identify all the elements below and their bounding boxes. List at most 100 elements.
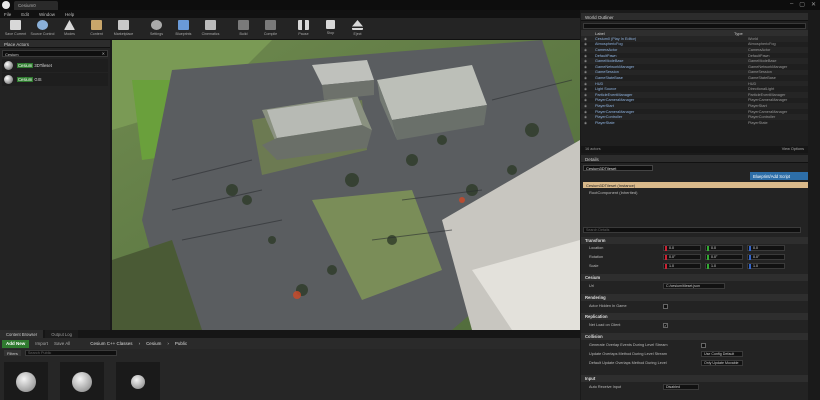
outliner-row[interactable]: ◉ ParticleEventManager ParticleEventManage… bbox=[581, 91, 808, 98]
tab-output-log[interactable]: Output Log bbox=[45, 330, 78, 338]
rendering-section[interactable]: Rendering bbox=[581, 294, 808, 301]
blueprint-add-script-button[interactable]: Blueprint/Add Script bbox=[750, 172, 808, 180]
build-button[interactable]: Build bbox=[230, 18, 257, 40]
compile-button[interactable]: Compile bbox=[257, 18, 284, 40]
eye-icon[interactable]: ◉ bbox=[584, 93, 589, 97]
close-icon[interactable]: ✕ bbox=[811, 1, 816, 8]
replication-section[interactable]: Replication bbox=[581, 313, 808, 320]
overlap-events-checkbox[interactable] bbox=[701, 343, 706, 348]
eye-icon[interactable]: ◉ bbox=[584, 76, 589, 80]
outliner-row[interactable]: ◉ PlayerState PlayerState bbox=[581, 120, 808, 126]
eye-icon[interactable]: ◉ bbox=[584, 59, 589, 63]
rotation-z-field[interactable]: 0.0° bbox=[747, 254, 785, 260]
scale-z-field[interactable]: 1.0 bbox=[747, 263, 785, 269]
outliner-row[interactable]: ◉ PlayerController PlayerController bbox=[581, 114, 808, 120]
update-overlaps-select[interactable]: Use Config Default bbox=[701, 351, 743, 357]
eye-icon[interactable]: ◉ bbox=[584, 115, 589, 119]
eye-icon[interactable]: ◉ bbox=[584, 42, 589, 46]
details-tab[interactable]: Details bbox=[581, 155, 808, 163]
net-load-checkbox[interactable]: ✓ bbox=[663, 323, 668, 328]
outliner-row[interactable]: ◉ PlayerCameraManager PlayerCameraManager bbox=[581, 98, 808, 104]
eye-icon[interactable]: ◉ bbox=[584, 110, 589, 114]
actor-hidden-checkbox[interactable] bbox=[663, 304, 668, 309]
asset-tile[interactable] bbox=[4, 362, 48, 400]
eye-icon[interactable]: ◉ bbox=[584, 65, 589, 69]
asset-tile[interactable] bbox=[116, 362, 160, 400]
place-item-3dtileset[interactable]: Cesium 3DTileset bbox=[2, 59, 108, 72]
settings-button[interactable]: Settings bbox=[143, 18, 170, 40]
add-new-button[interactable]: Add New bbox=[2, 339, 30, 348]
crumb-item[interactable]: Public bbox=[175, 341, 187, 346]
tab-content-browser[interactable]: Content Browser bbox=[0, 330, 44, 338]
scale-x-field[interactable]: 1.0 bbox=[663, 263, 701, 269]
outliner-row[interactable]: ◉ GameStateBase GameStateBase bbox=[581, 75, 808, 81]
save-all-button[interactable]: Save All bbox=[54, 341, 70, 346]
pause-button[interactable]: Pause bbox=[290, 18, 317, 40]
clear-search-icon[interactable]: ✕ bbox=[102, 51, 105, 56]
outliner-row[interactable]: ◉ HUD HUD bbox=[581, 80, 808, 87]
blueprints-button[interactable]: Blueprints bbox=[170, 18, 197, 40]
input-section[interactable]: Input bbox=[581, 375, 808, 382]
menu-window[interactable]: Window bbox=[39, 12, 55, 17]
rotation-y-field[interactable]: 0.0° bbox=[705, 254, 743, 260]
location-x-field[interactable]: 0.0 bbox=[663, 245, 701, 251]
outliner-row[interactable]: ◉ GameNetworkManager GameNetworkManager bbox=[581, 64, 808, 70]
eye-icon[interactable]: ◉ bbox=[584, 104, 589, 108]
eye-icon[interactable]: ◉ bbox=[584, 48, 589, 52]
stop-button[interactable]: Stop bbox=[317, 18, 344, 40]
document-tab[interactable]: Cesium0 bbox=[14, 1, 58, 10]
crumb-item[interactable]: Cesium bbox=[146, 341, 161, 346]
root-component-row[interactable]: RootComponent (Inherited) bbox=[589, 190, 637, 195]
minimize-icon[interactable]: – bbox=[790, 1, 793, 8]
outliner-row[interactable]: ◉ GameSession GameSession bbox=[581, 69, 808, 76]
eject-button[interactable]: Eject bbox=[344, 18, 371, 40]
outliner-row[interactable]: ◉ PlayerCameraManager PlayerCameraManager bbox=[581, 109, 808, 115]
details-search-input[interactable]: Search Details bbox=[583, 227, 801, 233]
maximize-icon[interactable]: ▢ bbox=[799, 1, 805, 8]
content-search-input[interactable]: Search Public bbox=[24, 350, 117, 356]
outliner-row[interactable]: ◉ AtmosphericFog AtmosphericFog bbox=[581, 42, 808, 48]
place-item-gis[interactable]: Cesium GIS bbox=[2, 73, 108, 86]
location-z-field[interactable]: 0.0 bbox=[747, 245, 785, 251]
type-column-header[interactable]: Type bbox=[734, 31, 794, 36]
eye-icon[interactable]: ◉ bbox=[584, 121, 589, 125]
menu-edit[interactable]: Edit bbox=[21, 12, 29, 17]
world-outliner-tab[interactable]: World Outliner bbox=[581, 13, 808, 21]
outliner-search-input[interactable] bbox=[583, 23, 806, 29]
place-actors-tab[interactable]: Place Actors bbox=[0, 40, 110, 48]
place-actors-search-input[interactable]: Cesium ✕ bbox=[2, 50, 108, 57]
scale-y-field[interactable]: 1.0 bbox=[705, 263, 743, 269]
level-viewport[interactable] bbox=[112, 40, 580, 330]
collision-section[interactable]: Collision bbox=[581, 333, 808, 340]
eye-icon[interactable]: ◉ bbox=[584, 54, 589, 58]
marketplace-button[interactable]: Marketplace bbox=[110, 18, 137, 40]
outliner-row[interactable]: ◉ Light Source DirectionalLight bbox=[581, 86, 808, 92]
outliner-row[interactable]: ◉ GameModeBase GameModeBase bbox=[581, 58, 808, 64]
rotation-x-field[interactable]: 0.0° bbox=[663, 254, 701, 260]
eye-icon[interactable]: ◉ bbox=[584, 37, 589, 41]
save-current-button[interactable]: Save Current bbox=[2, 18, 29, 40]
cesium-section[interactable]: Cesium bbox=[581, 274, 808, 281]
menu-help[interactable]: Help bbox=[65, 12, 74, 17]
eye-icon[interactable]: ◉ bbox=[584, 82, 589, 86]
menu-file[interactable]: File bbox=[4, 12, 11, 17]
auto-receive-input-select[interactable]: Disabled bbox=[663, 384, 699, 390]
view-options-button[interactable]: View Options bbox=[782, 147, 804, 152]
source-control-button[interactable]: Source Control bbox=[29, 18, 56, 40]
label-column-header[interactable]: Label bbox=[595, 31, 605, 36]
crumb-item[interactable]: Cesium C++ Classes bbox=[90, 341, 132, 346]
default-update-overlaps-select[interactable]: Only Update Movable bbox=[701, 360, 743, 366]
selected-component-row[interactable]: Cesium3DTileset (Instance) bbox=[583, 182, 808, 188]
actor-name-field[interactable]: Cesium3DTileset bbox=[583, 165, 653, 171]
eye-icon[interactable]: ◉ bbox=[584, 98, 589, 102]
content-button[interactable]: Content bbox=[83, 18, 110, 40]
eye-icon[interactable]: ◉ bbox=[584, 70, 589, 74]
transform-section[interactable]: Transform bbox=[581, 237, 808, 244]
location-y-field[interactable]: 0.0 bbox=[705, 245, 743, 251]
cinematics-button[interactable]: Cinematics bbox=[197, 18, 224, 40]
outliner-row[interactable]: ◉ CameraActor CameraActor bbox=[581, 47, 808, 53]
import-button[interactable]: Import bbox=[35, 341, 48, 346]
url-field[interactable]: C:/cesium/tileset.json bbox=[663, 283, 725, 289]
modes-button[interactable]: Modes bbox=[56, 18, 83, 40]
eye-icon[interactable]: ◉ bbox=[584, 87, 589, 91]
